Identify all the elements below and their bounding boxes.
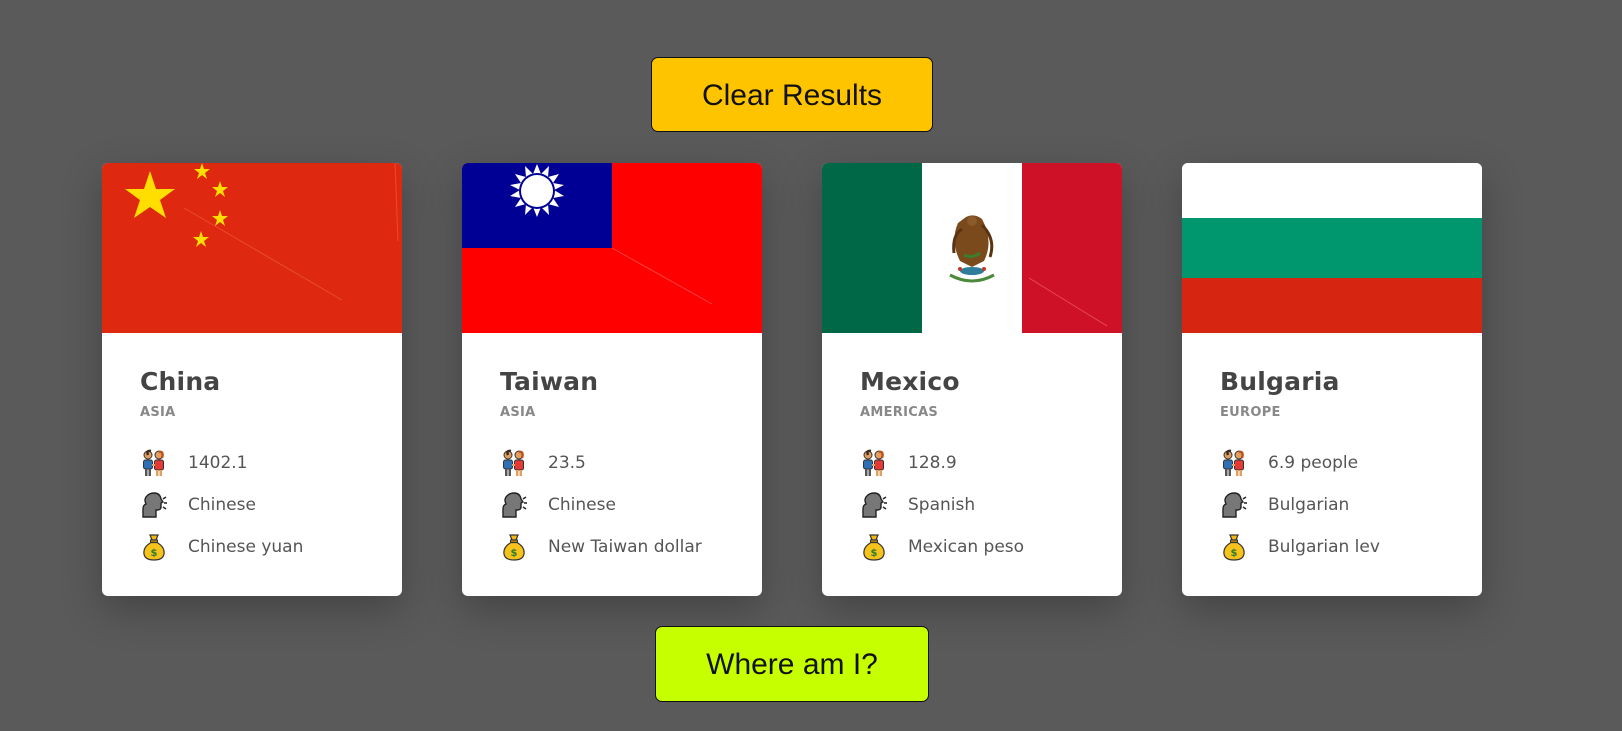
svg-text:$: $ bbox=[511, 548, 518, 559]
currency-row: $ Chinese yuan bbox=[140, 526, 364, 568]
speaking-head-icon bbox=[500, 490, 532, 520]
language-value: Chinese bbox=[188, 495, 256, 515]
country-card-taiwan[interactable]: Taiwan ASIA 23.5 Chinese $ New Taiwan do… bbox=[462, 163, 762, 596]
country-card-bulgaria[interactable]: Bulgaria EUROPE 6.9 people Bulgarian $ B… bbox=[1182, 163, 1482, 596]
currency-value: New Taiwan dollar bbox=[548, 537, 702, 557]
population-value: 128.9 bbox=[908, 453, 957, 473]
people-holding-hands-icon bbox=[500, 448, 532, 478]
money-bag-icon: $ bbox=[500, 532, 532, 562]
language-value: Bulgarian bbox=[1268, 495, 1350, 515]
people-holding-hands-icon bbox=[1220, 448, 1252, 478]
speaking-head-icon bbox=[860, 490, 892, 520]
language-value: Spanish bbox=[908, 495, 976, 515]
population-row: 23.5 bbox=[500, 442, 724, 484]
speaking-head-icon bbox=[140, 490, 172, 520]
population-value: 6.9 people bbox=[1268, 453, 1359, 473]
currency-row: $ Bulgarian lev bbox=[1220, 526, 1444, 568]
country-region: EUROPE bbox=[1220, 405, 1281, 420]
currency-row: $ New Taiwan dollar bbox=[500, 526, 724, 568]
population-row: 1402.1 bbox=[140, 442, 364, 484]
country-region: AMERICAS bbox=[860, 405, 939, 420]
clear-results-button[interactable]: Clear Results bbox=[651, 57, 933, 132]
speaking-head-icon bbox=[1220, 490, 1252, 520]
country-card-china[interactable]: China ASIA 1402.1 Chinese $ Chinese yuan bbox=[102, 163, 402, 596]
population-value: 1402.1 bbox=[188, 453, 248, 473]
people-holding-hands-icon bbox=[140, 448, 172, 478]
mexico-flag bbox=[822, 163, 1122, 333]
language-value: Chinese bbox=[548, 495, 616, 515]
population-value: 23.5 bbox=[548, 453, 586, 473]
money-bag-icon: $ bbox=[860, 532, 892, 562]
country-name: Mexico bbox=[860, 367, 960, 396]
svg-text:$: $ bbox=[1231, 548, 1238, 559]
taiwan-flag bbox=[462, 163, 762, 333]
currency-row: $ Mexican peso bbox=[860, 526, 1084, 568]
bulgaria-flag bbox=[1182, 163, 1482, 333]
language-row: Spanish bbox=[860, 484, 1084, 526]
people-holding-hands-icon bbox=[860, 448, 892, 478]
country-region: ASIA bbox=[500, 405, 536, 420]
country-name: Bulgaria bbox=[1220, 367, 1340, 396]
money-bag-icon: $ bbox=[1220, 532, 1252, 562]
china-flag bbox=[102, 163, 402, 333]
currency-value: Bulgarian lev bbox=[1268, 537, 1380, 557]
currency-value: Mexican peso bbox=[908, 537, 1025, 557]
country-region: ASIA bbox=[140, 405, 176, 420]
where-am-i-button[interactable]: Where am I? bbox=[655, 626, 929, 702]
language-row: Bulgarian bbox=[1220, 484, 1444, 526]
money-bag-icon: $ bbox=[140, 532, 172, 562]
language-row: Chinese bbox=[140, 484, 364, 526]
country-name: China bbox=[140, 367, 221, 396]
population-row: 128.9 bbox=[860, 442, 1084, 484]
country-name: Taiwan bbox=[500, 367, 599, 396]
svg-text:$: $ bbox=[871, 548, 878, 559]
language-row: Chinese bbox=[500, 484, 724, 526]
population-row: 6.9 people bbox=[1220, 442, 1444, 484]
country-card-mexico[interactable]: Mexico AMERICAS 128.9 Spanish $ Mexican … bbox=[822, 163, 1122, 596]
currency-value: Chinese yuan bbox=[188, 537, 304, 557]
svg-text:$: $ bbox=[151, 548, 158, 559]
